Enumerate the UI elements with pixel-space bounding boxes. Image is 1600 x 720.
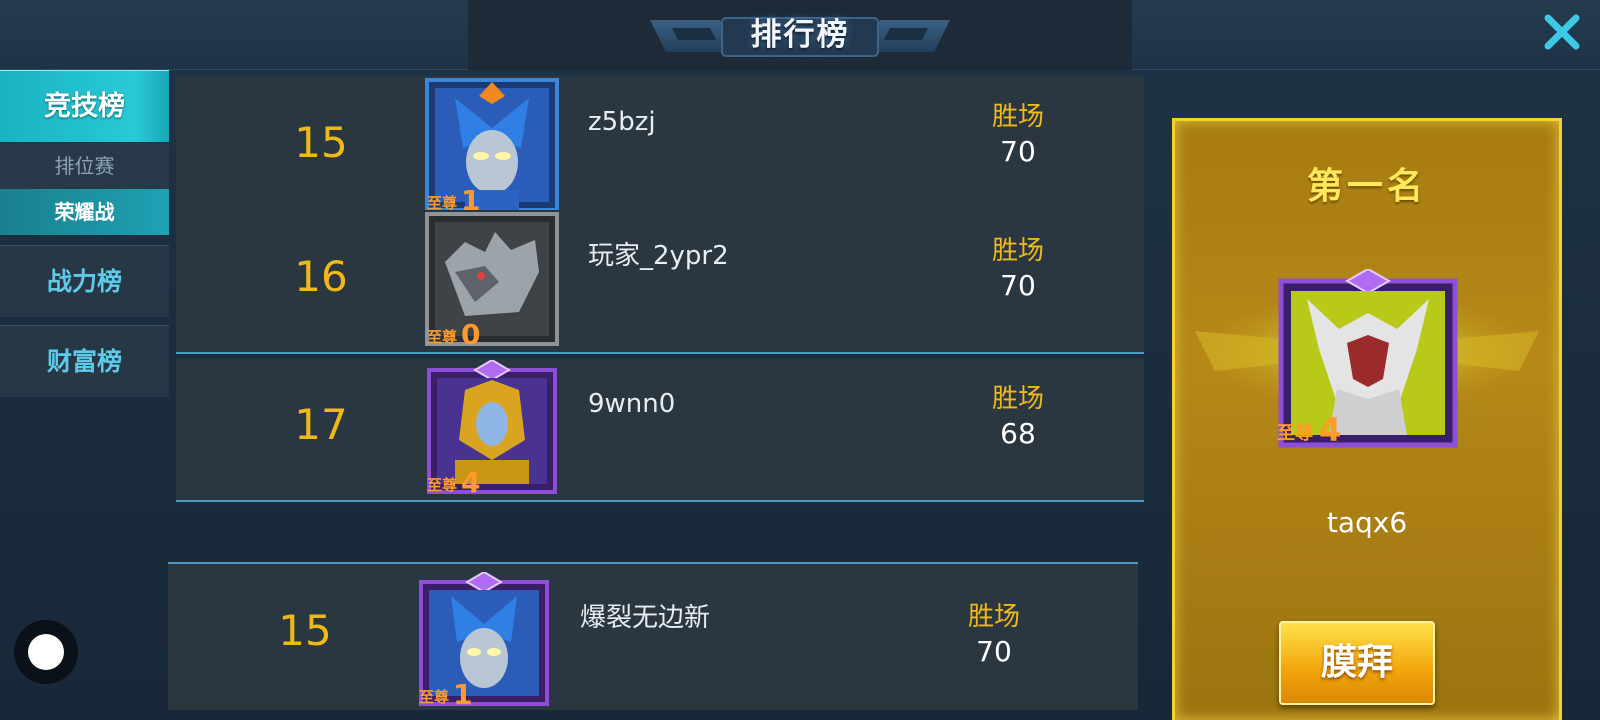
my-ranking-row[interactable]: 15 至尊 1 爆裂无边新 胜场 70 (168, 562, 1138, 710)
assist-dot-icon (28, 634, 64, 670)
gold-armor-hero-portrait-icon: 至尊 4 (427, 360, 557, 494)
tab-wealth-ranking[interactable]: 财富榜 (0, 325, 169, 397)
worship-button-label: 膜拜 (1320, 642, 1393, 683)
first-place-panel: 第一名 至尊 4 taqx6 膜拜 (1172, 118, 1562, 720)
wins-label: 胜场 (991, 236, 1044, 266)
tier-badge-level: 4 (1319, 411, 1341, 449)
blue-armor-hero-portrait-icon: 至尊 1 (419, 572, 549, 706)
first-place-title: 第一名 (1306, 166, 1427, 207)
tier-badge-level: 0 (461, 318, 480, 346)
ranking-row[interactable]: 16 至尊 0 玩家_2ypr2 胜场 70 (176, 210, 1144, 354)
tier-badge-label: 至尊 (427, 476, 457, 494)
wins-label: 胜场 (991, 102, 1044, 132)
tab-power-ranking-label: 战力榜 (46, 267, 122, 296)
close-icon[interactable] (1540, 10, 1584, 54)
tier-badge-level: 1 (453, 678, 472, 706)
tab-arena-ranking[interactable]: 竞技榜 (0, 70, 169, 142)
ranking-row[interactable]: 17 至尊 4 9wnn0 胜场 68 (176, 358, 1144, 502)
silver-monster-portrait-icon: 至尊 0 (425, 212, 559, 346)
wins-value: 70 (1000, 269, 1036, 302)
subtab-ranked-match-label: 排位赛 (54, 154, 115, 178)
first-place-name: taqx6 (1326, 506, 1408, 539)
tier-badge-level: 4 (461, 466, 480, 494)
subtab-glory-battle[interactable]: 荣耀战 (0, 189, 169, 235)
my-rank-number: 15 (278, 606, 332, 655)
subtab-glory-battle-label: 荣耀战 (54, 200, 115, 224)
rank-number: 16 (294, 252, 348, 301)
player-name: z5bzj (588, 107, 656, 137)
tab-power-ranking[interactable]: 战力榜 (0, 245, 169, 317)
wins-label: 胜场 (991, 384, 1044, 414)
page-title: 排行榜 (750, 17, 850, 53)
ranking-row[interactable]: 15 至尊 1 z5bzj 胜场 70 (176, 76, 1144, 220)
my-player-name: 爆裂无边新 (580, 603, 711, 633)
blue-armor-hero-portrait-icon: 至尊 1 (425, 78, 559, 212)
wins-value: 70 (1000, 135, 1036, 168)
tier-badge-label: 至尊 (419, 688, 449, 706)
player-name: 9wnn0 (588, 389, 676, 419)
tier-badge-level: 1 (461, 184, 480, 212)
tab-wealth-ranking-label: 财富榜 (46, 347, 122, 376)
subtab-ranked-match[interactable]: 排位赛 (0, 143, 169, 189)
player-name: 玩家_2ypr2 (588, 241, 729, 271)
ranking-list[interactable]: 15 至尊 1 z5bzj 胜场 70 16 至尊 0 玩家_2ypr2 胜场 … (176, 76, 1144, 502)
tier-badge-label: 至尊 (427, 328, 457, 346)
floating-assist-button[interactable] (14, 620, 78, 684)
rank-number: 17 (294, 400, 348, 449)
wins-value: 68 (1000, 417, 1036, 450)
my-wins-value: 70 (976, 635, 1012, 668)
tier-badge-label: 至尊 (1277, 422, 1313, 444)
worship-button[interactable]: 膜拜 (1279, 621, 1435, 705)
tab-arena-ranking-label: 竞技榜 (44, 91, 125, 122)
white-horned-monster-portrait-icon: 至尊 4 (1277, 269, 1458, 449)
my-wins-label: 胜场 (967, 602, 1020, 632)
rank-number: 15 (294, 118, 348, 167)
